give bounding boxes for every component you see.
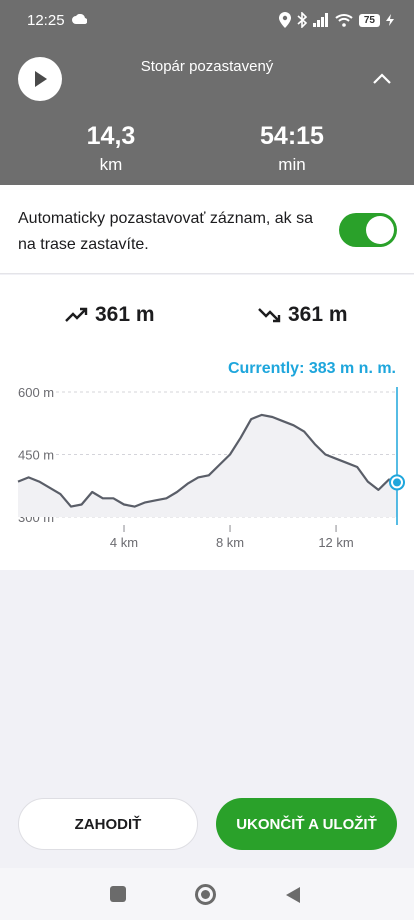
back-icon[interactable] <box>285 886 301 904</box>
distance-value: 14,3 <box>86 122 136 150</box>
status-bar: 12:25 75 <box>0 0 414 42</box>
chevron-up-icon[interactable] <box>372 72 392 86</box>
y-tick-label: 600 m <box>18 385 54 400</box>
charging-icon <box>386 14 394 26</box>
distance-unit: km <box>99 155 123 174</box>
toggle-knob <box>366 216 394 244</box>
battery-icon: 75 <box>358 13 380 27</box>
elevation-chart[interactable]: 600 m450 m300 m4 km 8 km 12 km <box>0 275 414 570</box>
time-unit: min <box>278 155 306 174</box>
discard-button[interactable]: ZAHODIŤ <box>18 798 198 850</box>
elevation-panel: 361 m 361 m Currently: 383 m n. m. 600 m… <box>0 275 414 570</box>
distance-stat: 14,3 km <box>36 122 186 175</box>
recents-icon[interactable] <box>110 886 126 902</box>
y-tick-label: 450 m <box>18 448 54 463</box>
finish-and-save-button[interactable]: UKONČIŤ A ULOŽIŤ <box>216 798 397 850</box>
elevation-area <box>18 414 397 517</box>
tracker-header: Stopár pozastavený 14,3 km 54:15 min <box>0 42 414 185</box>
tracker-status-title: Stopár pozastavený <box>140 58 274 75</box>
system-nav-bar <box>0 868 414 920</box>
auto-pause-label: Automaticky pozastavovať záznam, ak sa n… <box>18 210 314 253</box>
home-icon[interactable] <box>195 884 216 905</box>
current-position-dot <box>393 478 401 487</box>
auto-pause-setting: Automaticky pozastavovať záznam, ak sa n… <box>0 185 414 274</box>
bluetooth-icon <box>297 12 307 28</box>
wifi-icon <box>335 14 353 27</box>
x-tick-label: 8 km <box>216 535 244 550</box>
cloud-icon <box>72 14 87 24</box>
time-stat: 54:15 min <box>217 122 367 175</box>
location-icon <box>278 12 291 28</box>
status-time: 12:25 <box>27 12 65 29</box>
auto-pause-toggle[interactable] <box>339 213 397 247</box>
x-tick-label: 4 km <box>110 535 138 550</box>
time-value: 54:15 <box>260 122 324 150</box>
action-buttons: ZAHODIŤ UKONČIŤ A ULOŽIŤ <box>0 798 414 850</box>
x-tick-label: 12 km <box>318 535 353 550</box>
signal-icon <box>312 13 328 27</box>
status-icons: 75 <box>278 12 394 28</box>
